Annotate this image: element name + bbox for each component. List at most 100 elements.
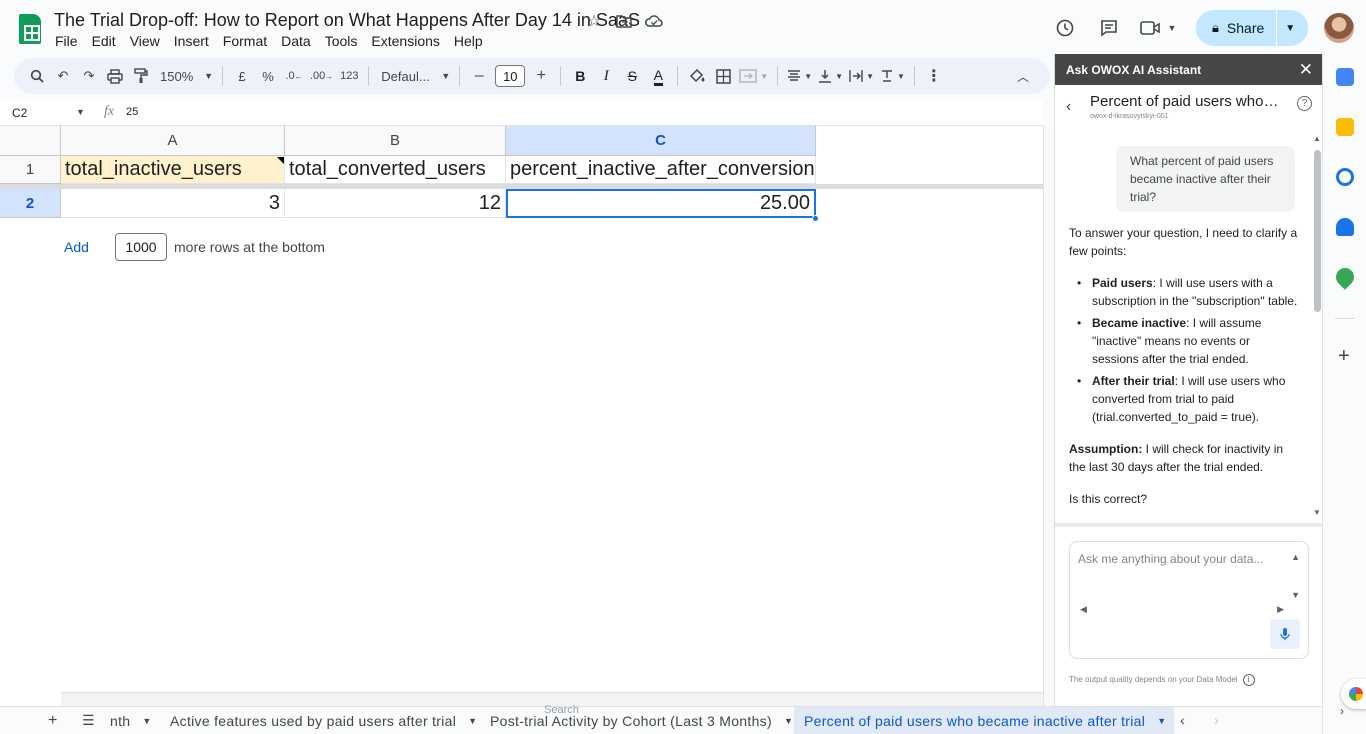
- menu-extensions[interactable]: Extensions: [364, 31, 446, 51]
- column-header-a[interactable]: A: [61, 126, 285, 156]
- menu-help[interactable]: Help: [447, 31, 490, 51]
- scroll-down-icon[interactable]: ▼: [1291, 590, 1300, 600]
- get-addons-icon[interactable]: +: [1338, 346, 1350, 366]
- scroll-down-icon[interactable]: ▼: [1313, 508, 1321, 517]
- font-size-input[interactable]: 10: [495, 65, 526, 87]
- help-icon[interactable]: ?: [1297, 96, 1312, 111]
- sheet-tab[interactable]: Active features used by paid users after…: [170, 707, 477, 734]
- sheet-tab[interactable]: Post-trial Activity by Cohort (Last 3 Mo…: [490, 707, 793, 734]
- print-icon[interactable]: [102, 62, 128, 90]
- info-icon[interactable]: i: [1242, 674, 1255, 686]
- keep-icon[interactable]: [1336, 118, 1354, 136]
- row-header-2[interactable]: 2: [0, 189, 61, 218]
- document-title[interactable]: The Trial Drop-off: How to Report on Wha…: [54, 10, 640, 31]
- row-header-1[interactable]: 1: [0, 156, 61, 184]
- all-sheets-icon[interactable]: ☰: [82, 712, 95, 729]
- italic-button[interactable]: I: [593, 62, 619, 90]
- decrease-font-size-button[interactable]: –: [466, 62, 492, 90]
- contacts-icon[interactable]: [1336, 218, 1354, 236]
- merge-cells-icon[interactable]: ▼: [736, 62, 771, 90]
- percent-button[interactable]: %: [255, 62, 281, 90]
- text-rotation-icon[interactable]: ▼: [877, 62, 908, 90]
- menu-view[interactable]: View: [123, 31, 167, 51]
- scroll-tabs-left-icon[interactable]: ‹: [1180, 712, 1185, 728]
- borders-icon[interactable]: [710, 62, 736, 90]
- share-button[interactable]: 🔒︎ Share ▼: [1196, 10, 1308, 46]
- cell-c1[interactable]: percent_inactive_after_conversion: [506, 156, 816, 184]
- avatar[interactable]: [1324, 13, 1354, 43]
- sheet-tab-menu-icon[interactable]: ▼: [142, 716, 151, 726]
- sheet-tab[interactable]: nth ▼: [110, 707, 152, 734]
- move-folder-icon[interactable]: [614, 11, 634, 31]
- cell-a2[interactable]: 3: [61, 189, 285, 218]
- name-box-caret-icon[interactable]: ▼: [76, 107, 85, 117]
- bold-button[interactable]: B: [567, 62, 593, 90]
- sheet-tab-menu-icon[interactable]: ▼: [784, 716, 793, 726]
- text-color-button[interactable]: A: [645, 62, 671, 90]
- back-arrow-icon[interactable]: ‹: [1066, 98, 1071, 116]
- ai-assistant-fab[interactable]: [1341, 679, 1366, 709]
- scroll-up-icon[interactable]: ▲: [1291, 552, 1300, 562]
- sheet-tab-menu-icon[interactable]: ▼: [1157, 716, 1166, 726]
- chat-input[interactable]: Ask me anything about your data... ▲ ▼ ◀…: [1069, 541, 1309, 659]
- select-all-corner[interactable]: [0, 126, 61, 156]
- increase-font-size-button[interactable]: +: [528, 62, 554, 90]
- hide-side-panel-icon[interactable]: ›: [1340, 704, 1344, 718]
- formula-input[interactable]: 25: [126, 106, 138, 118]
- cloud-status-icon[interactable]: [644, 11, 664, 31]
- scroll-tabs-right-icon[interactable]: ›: [1214, 712, 1219, 728]
- text-wrapping-icon[interactable]: ▼: [846, 62, 877, 90]
- vertical-align-icon[interactable]: ▼: [815, 62, 846, 90]
- vertical-scrollbar[interactable]: [1043, 126, 1054, 706]
- add-sheet-icon[interactable]: +: [48, 712, 57, 730]
- maps-icon[interactable]: [1332, 264, 1358, 290]
- add-rows-button[interactable]: Add: [64, 239, 115, 255]
- column-header-b[interactable]: B: [285, 126, 506, 156]
- search-menus-icon[interactable]: [24, 62, 50, 90]
- cell-b1[interactable]: total_converted_users: [285, 156, 506, 184]
- frozen-row-divider[interactable]: [0, 184, 1043, 189]
- font-select[interactable]: Defaul... ▼: [375, 62, 453, 90]
- meet-icon[interactable]: ▼: [1138, 13, 1178, 43]
- strikethrough-button[interactable]: S: [619, 62, 645, 90]
- number-format-button[interactable]: 123: [336, 62, 362, 90]
- name-box[interactable]: C2: [12, 106, 27, 120]
- microphone-icon[interactable]: [1270, 619, 1300, 649]
- add-rows-count-input[interactable]: 1000: [115, 233, 167, 261]
- star-icon[interactable]: ☆: [584, 11, 604, 31]
- comments-icon[interactable]: [1094, 13, 1124, 43]
- menu-format[interactable]: Format: [216, 31, 274, 51]
- sheets-logo-icon[interactable]: [19, 14, 41, 44]
- fill-color-icon[interactable]: [684, 62, 710, 90]
- menu-tools[interactable]: Tools: [318, 31, 365, 51]
- scroll-right-icon[interactable]: ▶: [1277, 604, 1284, 615]
- menu-file[interactable]: File: [48, 31, 85, 51]
- cell-a1[interactable]: total_inactive_users: [61, 156, 285, 184]
- collapse-menus-icon[interactable]: ︿: [1010, 62, 1036, 90]
- close-icon[interactable]: ✕: [1299, 60, 1313, 80]
- menu-insert[interactable]: Insert: [167, 31, 216, 51]
- scroll-up-icon[interactable]: ▲: [1313, 134, 1321, 143]
- sheet-tab-menu-icon[interactable]: ▼: [468, 716, 477, 726]
- cell-c2[interactable]: 25.00: [506, 189, 816, 218]
- fill-handle[interactable]: [812, 215, 819, 222]
- column-header-c[interactable]: C: [506, 126, 816, 156]
- menu-edit[interactable]: Edit: [85, 31, 123, 51]
- sheet-tab-active[interactable]: Percent of paid users who became inactiv…: [794, 707, 1175, 734]
- undo-icon[interactable]: ↶: [50, 62, 76, 90]
- zoom-select[interactable]: 150% ▼: [154, 62, 216, 90]
- menu-data[interactable]: Data: [274, 31, 318, 51]
- increase-decimal-button[interactable]: .00 →: [307, 62, 336, 90]
- chat-scroll-thumb[interactable]: [1314, 150, 1321, 312]
- tasks-icon[interactable]: [1336, 168, 1354, 186]
- sheets-addon-icon[interactable]: [1336, 68, 1354, 86]
- paint-format-icon[interactable]: [128, 62, 154, 90]
- version-history-icon[interactable]: [1050, 13, 1080, 43]
- more-options-icon[interactable]: ⋮: [921, 62, 947, 90]
- decrease-decimal-button[interactable]: .0 ←: [281, 62, 307, 90]
- cell-b2[interactable]: 12: [285, 189, 506, 218]
- scroll-left-icon[interactable]: ◀: [1080, 604, 1087, 615]
- redo-icon[interactable]: ↷: [76, 62, 102, 90]
- horizontal-align-icon[interactable]: ▼: [784, 62, 815, 90]
- share-dropdown-icon[interactable]: ▼: [1285, 23, 1295, 34]
